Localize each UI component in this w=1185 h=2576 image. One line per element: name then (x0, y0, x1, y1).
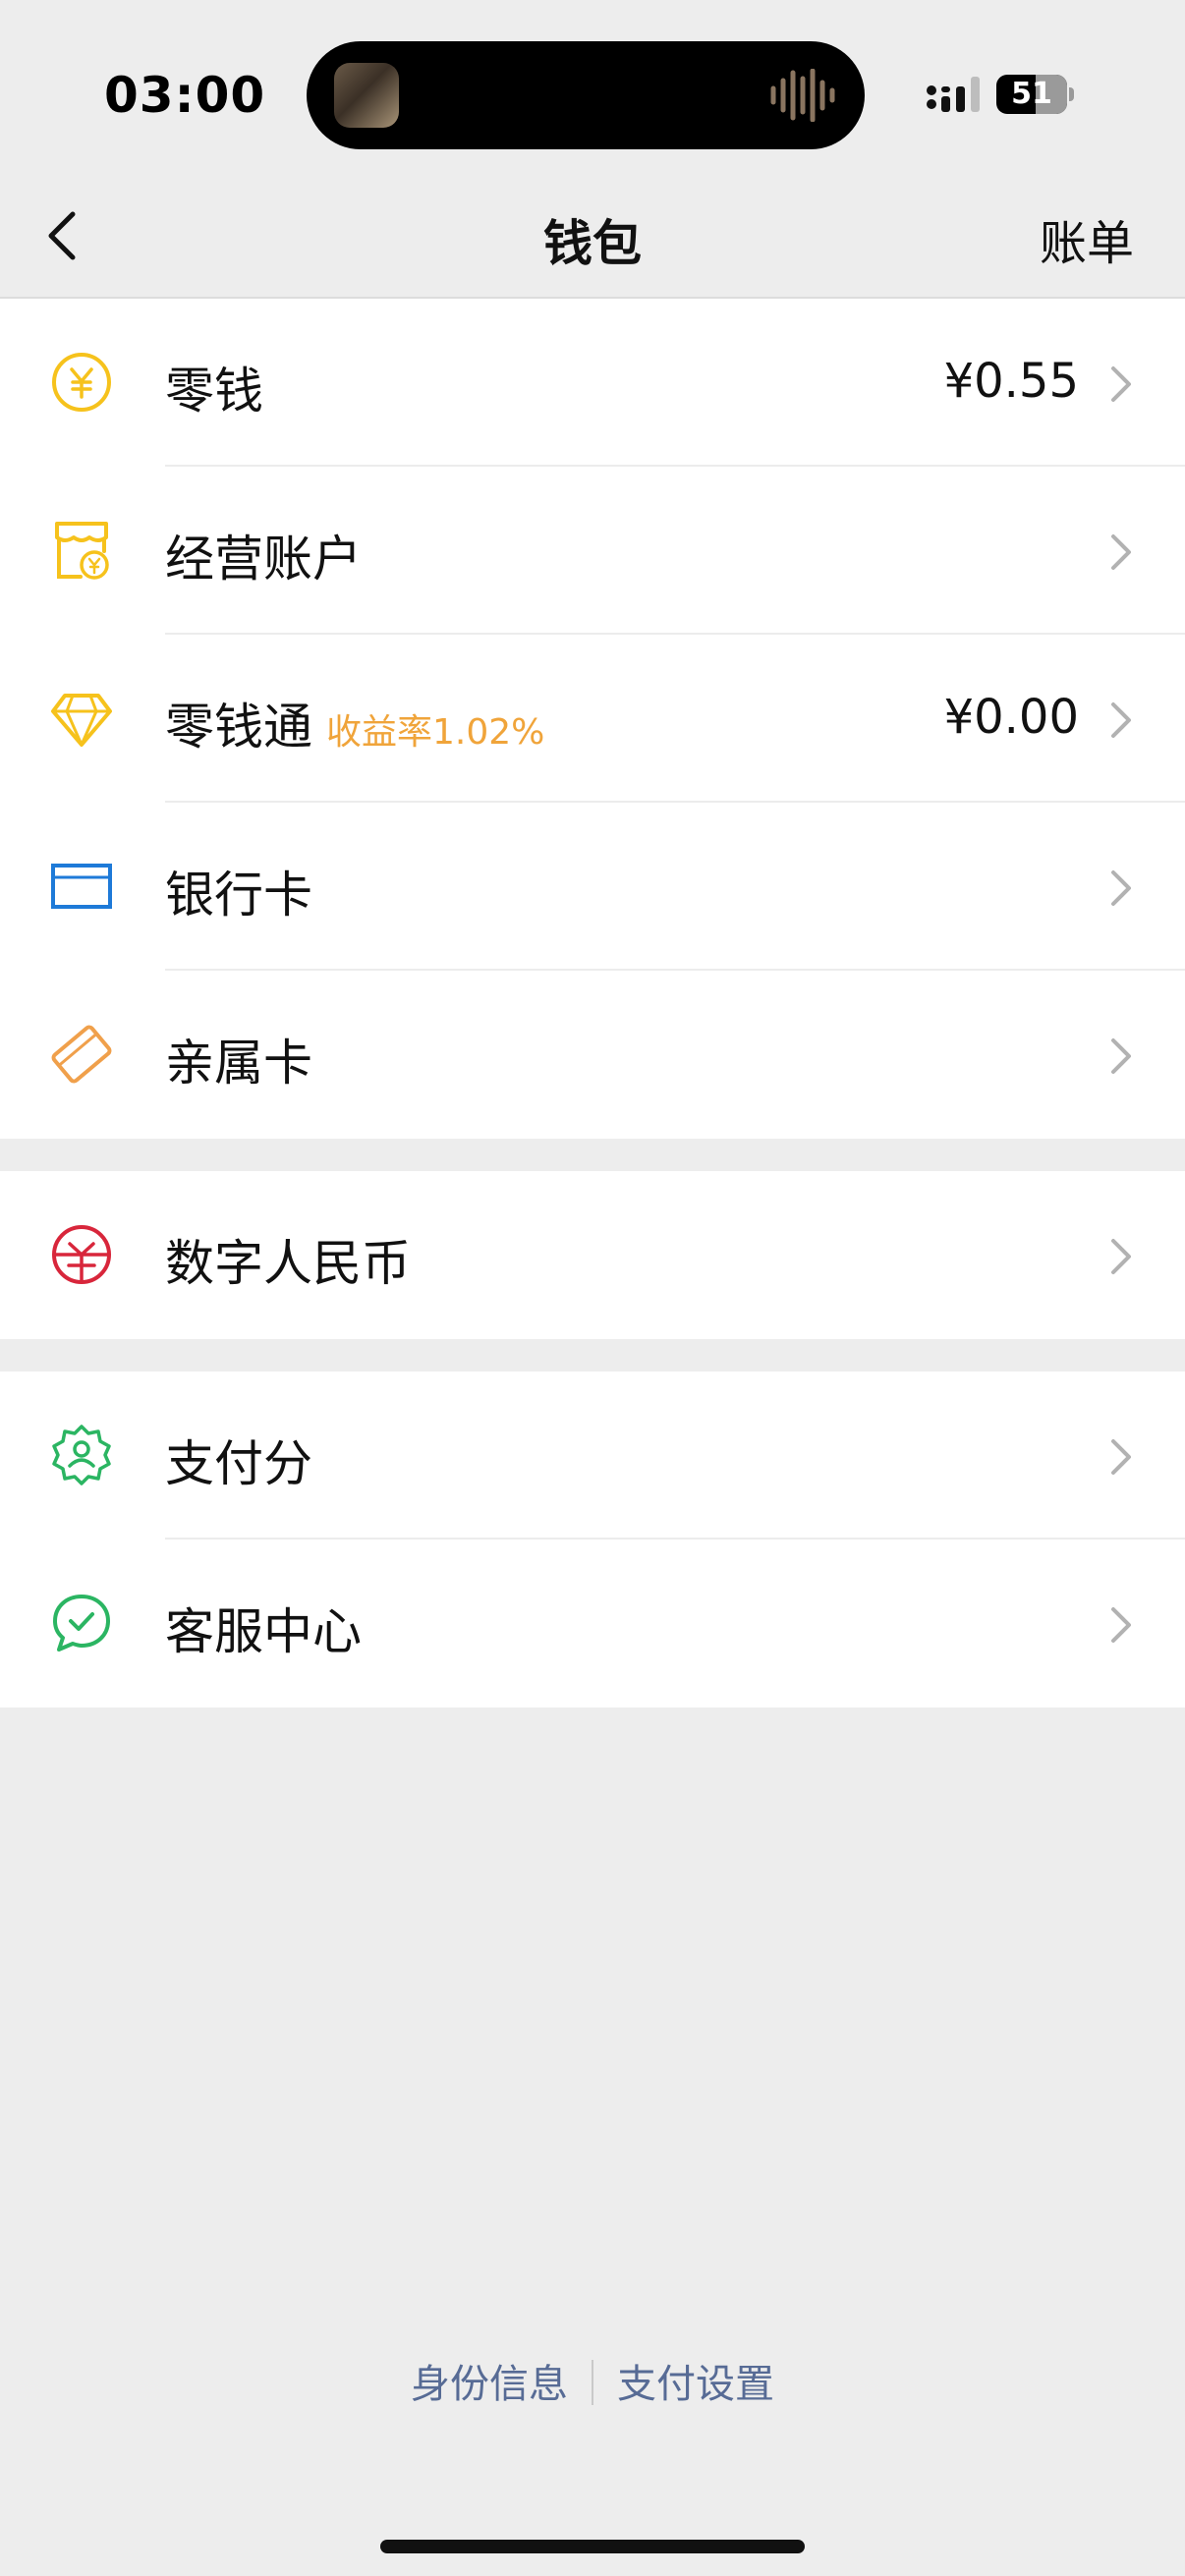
now-playing-artwork[interactable] (334, 63, 399, 128)
bill-button[interactable]: 账单 (1040, 204, 1134, 273)
footer-divider (592, 2360, 593, 2405)
list-item-label: 零钱 (165, 363, 263, 420)
list-item-business-account[interactable]: 经营账户 (0, 467, 1185, 635)
chevron-right-icon (1111, 1038, 1131, 1074)
list-item-label: 亲属卡 (165, 1035, 312, 1092)
chevron-right-icon (1111, 1439, 1131, 1475)
list-item-label: 客服中心 (165, 1603, 362, 1660)
list-item-label: 数字人民币 (165, 1235, 411, 1292)
home-indicator[interactable] (380, 2540, 805, 2553)
customer-service-icon (53, 1595, 110, 1652)
chevron-right-icon (1111, 702, 1131, 738)
balance-value: ¥0.00 (943, 690, 1079, 745)
status-bar: 03:00 51 (0, 0, 1185, 177)
diamond-icon (51, 694, 112, 747)
list-item-wealth-fund[interactable]: 零钱通 收益率1.02% ¥0.00 (0, 635, 1185, 803)
list-item-change[interactable]: 零钱 ¥0.55 (0, 299, 1185, 467)
wallet-group-services: 支付分 客服中心 (0, 1372, 1185, 1708)
bank-card-icon (51, 864, 112, 909)
audio-waveform-icon (770, 69, 835, 122)
list-item-customer-service[interactable]: 客服中心 (0, 1540, 1185, 1708)
wallet-group-main: 零钱 ¥0.55 经营账户 零钱通 收益率1.02% ¥0.00 银行卡 亲属卡 (0, 299, 1185, 1139)
list-item-label: 零钱通 收益率1.02% (165, 688, 544, 758)
list-item-label: 支付分 (165, 1435, 312, 1492)
digital-rmb-icon (52, 1225, 111, 1284)
list-item-label: 银行卡 (165, 867, 312, 924)
dynamic-island[interactable] (307, 41, 865, 149)
yuan-coin-icon (52, 353, 111, 412)
chevron-right-icon (1111, 1239, 1131, 1274)
page-title: 钱包 (543, 215, 642, 272)
shop-icon (55, 522, 109, 580)
list-item-family-card[interactable]: 亲属卡 (0, 971, 1185, 1139)
list-item-bank-card[interactable]: 银行卡 (0, 803, 1185, 971)
list-item-pay-score[interactable]: 支付分 (0, 1372, 1185, 1540)
chevron-right-icon (1111, 1607, 1131, 1643)
balance-value: ¥0.55 (943, 354, 1079, 409)
identity-info-link[interactable]: 身份信息 (411, 2362, 568, 2407)
list-item-label: 经营账户 (165, 531, 362, 588)
list-item-digital-rmb[interactable]: 数字人民币 (0, 1171, 1185, 1339)
pay-score-icon (52, 1425, 111, 1485)
yield-rate-badge: 收益率1.02% (326, 712, 545, 753)
chevron-right-icon (1111, 534, 1131, 570)
chevron-right-icon (1111, 870, 1131, 906)
wallet-group-digital-rmb: 数字人民币 (0, 1171, 1185, 1339)
footer-links: 身份信息 支付设置 (0, 2352, 1185, 2409)
payment-settings-link[interactable]: 支付设置 (617, 2362, 774, 2407)
navigation-bar: 钱包 账单 (0, 177, 1185, 299)
list-item-title: 零钱通 (165, 699, 312, 756)
status-time: 03:00 (104, 67, 266, 124)
battery-icon: 51 (996, 75, 1067, 114)
chevron-right-icon (1111, 366, 1131, 402)
family-card-icon (51, 1025, 112, 1084)
battery-tip (1069, 87, 1074, 101)
cellular-signal-icon (927, 77, 980, 112)
battery-level: 51 (1011, 77, 1052, 111)
